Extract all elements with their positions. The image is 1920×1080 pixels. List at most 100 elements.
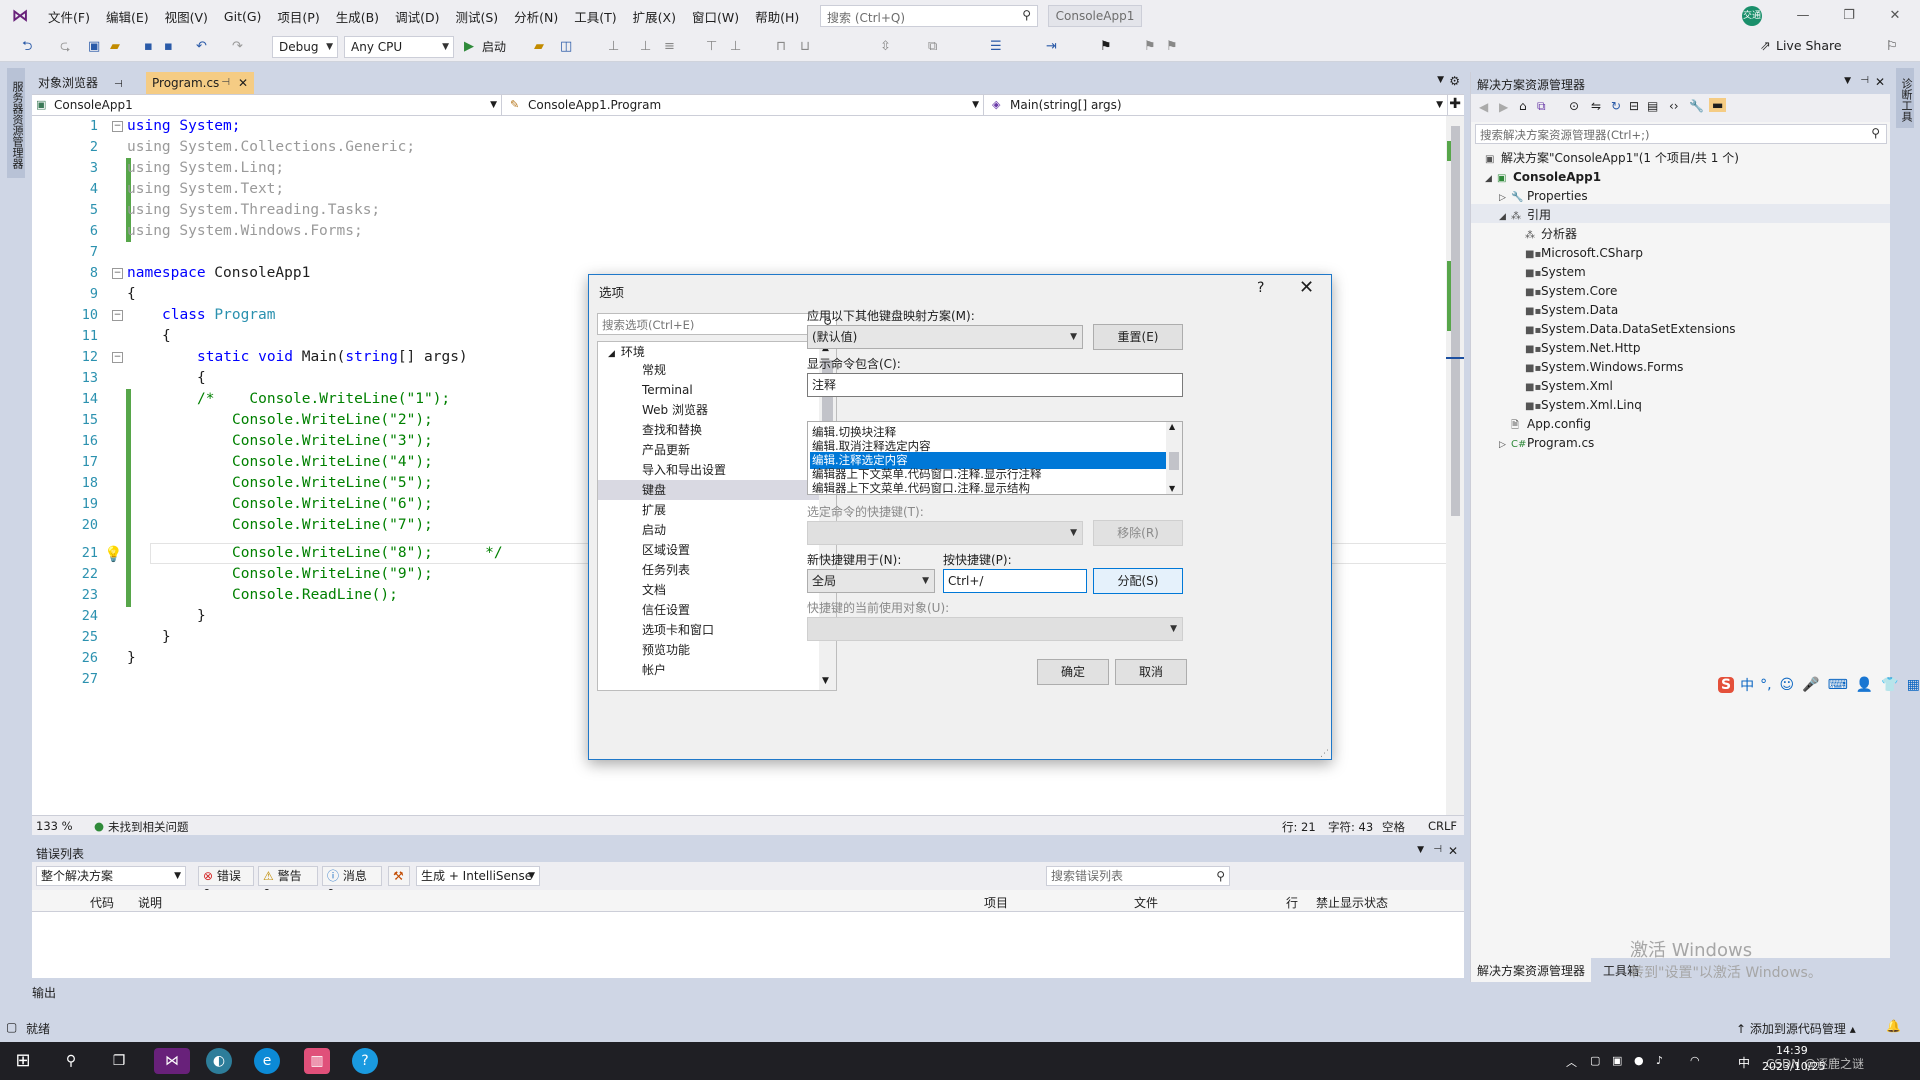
undo-icon[interactable]: ↶ [196,38,207,56]
menu-help[interactable]: 帮助(H) [747,7,807,26]
tree-item-regional[interactable]: 区域设置 [598,540,820,560]
char-indicator[interactable]: 字符: 43 [1328,819,1373,835]
tray-icon[interactable]: ▣ [1612,1054,1622,1067]
tree-item-import-export[interactable]: 导入和导出设置 [598,460,820,480]
save-icon[interactable]: ▪ [144,38,153,56]
clock-date[interactable]: 2023/10/25 [1762,1060,1825,1073]
sync-icon[interactable]: ⇋ [1591,99,1601,113]
bookmark-clear-icon[interactable]: ⚑ [1166,38,1178,56]
open-file-icon[interactable]: ▰ [110,38,120,56]
spacing-icon[interactable]: ⊓ [776,38,786,56]
use-new-shortcut-in-dropdown[interactable]: 全局 ▼ [807,569,935,593]
eol-indicator[interactable]: CRLF [1428,819,1457,833]
emoji-icon[interactable]: ☺ [1780,677,1795,693]
tree-item-startup[interactable]: 启动 [598,520,820,540]
tree-node-properties[interactable]: ▷ 🔧 Properties [1499,187,1588,208]
issues-status[interactable]: 未找到相关问题 [108,819,189,835]
switch-views-icon[interactable]: ⧉ [1537,99,1546,114]
scroll-down-icon[interactable]: ▼ [1169,484,1175,493]
indent-icon[interactable]: ⇥ [1046,38,1057,56]
menu-debug[interactable]: 调试(D) [387,7,447,26]
browse-icon[interactable]: ▰ [534,38,544,56]
output-tab[interactable]: 输出 [32,984,92,1004]
tree-item-documents[interactable]: 文档 [598,580,820,600]
tree-item-task-list[interactable]: 任务列表 [598,560,820,580]
ime-mode-label[interactable]: 中 [1740,675,1754,695]
tree-item-tabs-windows[interactable]: 选项卡和窗口 [598,620,820,640]
platform-select[interactable]: Any CPU ▼ [344,36,454,58]
grid-icon[interactable]: ▦ [1907,677,1920,693]
cancel-button[interactable]: 取消 [1115,659,1187,685]
align-icon[interactable]: ⊥ [608,38,619,56]
reset-button[interactable]: 重置(E) [1093,324,1183,350]
messages-filter-button[interactable]: ⓘ 消息 0 [322,866,382,901]
scope-dropdown[interactable]: 整个解决方案 ▼ [36,866,186,886]
whitespace-indicator[interactable]: 空格 [1382,819,1405,835]
tree-node-references[interactable]: ◢ ⁂ 引用 [1499,206,1551,227]
tree-item-web-browser[interactable]: Web 浏览器 [598,400,820,420]
menu-analyze[interactable]: 分析(N) [506,7,566,26]
column-code[interactable]: 代码 [90,894,114,911]
tab-program-cs[interactable]: Program.cs ⊣ ✕ [146,72,254,94]
error-search-input[interactable]: 搜索错误列表 ⚲ [1046,866,1230,886]
avatar[interactable]: 交通 [1742,6,1762,26]
server-explorer-tab[interactable]: 服务器资源管理器 [7,68,25,178]
menu-extensions[interactable]: 扩展(X) [625,7,684,26]
tree-node-reference[interactable]: ⁂ 分析器 [1525,225,1577,245]
start-icon[interactable]: ▶ [464,38,474,56]
collapse-icon[interactable]: − [112,310,123,321]
warnings-filter-button[interactable]: ⚠ 警告 0 [258,866,318,901]
pin-icon[interactable]: ⊣ [221,72,230,94]
maximize-button[interactable]: ❐ [1826,0,1872,32]
volume-icon[interactable]: ♪ [1656,1054,1663,1067]
tree-node-reference[interactable]: ■▪System.Data [1525,301,1618,321]
tree-item-terminal[interactable]: Terminal [598,380,820,400]
menu-git[interactable]: Git(G) [216,9,270,24]
tree-item-find-replace[interactable]: 查找和替换 [598,420,820,440]
tab-solution-explorer[interactable]: 解决方案资源管理器 [1471,958,1592,982]
tree-node-reference[interactable]: ■▪Microsoft.CSharp [1525,244,1643,264]
tree-node-project[interactable]: ◢ ▣ ConsoleApp1 [1485,168,1601,189]
column-line[interactable]: 行 [1286,894,1298,911]
output-window-icon[interactable]: ▢ [6,1020,17,1034]
pin-icon[interactable]: ⊣ [114,79,123,90]
tree-item-extensions[interactable]: 扩展 [598,500,820,520]
app-taskbar-icon[interactable]: ◐ [206,1048,232,1074]
tree-item-preview-features[interactable]: 预览功能 [598,640,820,660]
tray-icon[interactable]: ▢ [1590,1054,1600,1067]
order-icon[interactable]: ⧉ [928,38,937,56]
member-dropdown[interactable]: ◈ Main(string[] args) ▼ [988,95,1448,115]
editor-vertical-scrollbar[interactable] [1446,116,1464,816]
start-button[interactable]: 启动 [482,38,506,56]
add-to-source-control-button[interactable]: ↑ 添加到源代码管理 ▴ [1736,1020,1856,1037]
close-window-button[interactable]: ✕ [1872,0,1918,32]
tree-item-accounts[interactable]: 帐户 [598,660,820,680]
column-project[interactable]: 项目 [984,894,1008,911]
gear-icon[interactable]: ⚙ [1449,74,1460,88]
tray-icon[interactable]: ● [1634,1054,1644,1067]
tree-node-reference[interactable]: ■▪System.Net.Http [1525,339,1641,359]
user-icon[interactable]: 👤 [1856,677,1873,693]
spacing-icon[interactable]: ⇳ [880,38,891,56]
collapse-icon[interactable]: − [112,268,123,279]
source-dropdown[interactable]: 生成 + IntelliSense ▼ [416,866,540,886]
collapse-all-icon[interactable]: ⊟ [1629,99,1639,113]
tree-node-reference[interactable]: ■▪System.Xml [1525,377,1613,397]
menu-project[interactable]: 项目(P) [269,7,327,26]
remove-button[interactable]: 移除(R) [1093,520,1183,546]
shortcuts-for-command-dropdown[interactable]: ▼ [807,521,1083,545]
menu-view[interactable]: 视图(V) [157,7,216,26]
clock-time[interactable]: 14:39 [1776,1044,1808,1057]
build-filter-icon[interactable]: ⚒ [388,866,410,886]
diagnostic-tools-tab[interactable]: 诊断工具 [1896,68,1914,128]
errors-filter-button[interactable]: ⊗ 错误 0 [198,866,254,901]
screenshot-icon[interactable]: ◫ [560,38,572,56]
microphone-icon[interactable]: 🎤 [1802,677,1819,693]
tree-item-trust-settings[interactable]: 信任设置 [598,600,820,620]
visual-studio-logo-icon[interactable]: ⋈ [10,6,30,26]
tree-node-app-config[interactable]: 🗎 App.config [1511,415,1591,435]
align-icon[interactable]: ≡ [664,38,675,56]
notification-icon[interactable]: 🔔 [1886,1019,1901,1033]
scroll-up-icon[interactable]: ▲ [1169,422,1175,431]
tree-node-reference[interactable]: ■▪System.Windows.Forms [1525,358,1683,378]
